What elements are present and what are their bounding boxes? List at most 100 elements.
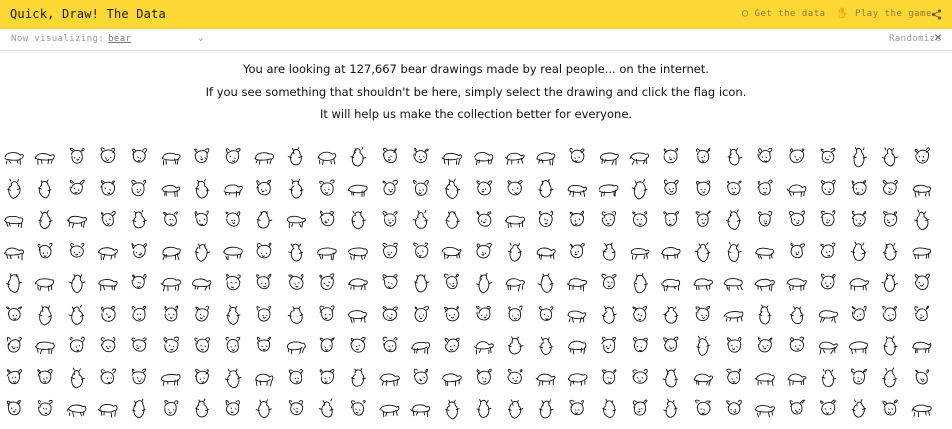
bear-drawing[interactable] <box>753 303 777 327</box>
bear-drawing[interactable] <box>409 334 433 358</box>
bear-drawing[interactable] <box>65 397 89 421</box>
bear-drawing[interactable] <box>691 334 715 358</box>
bear-drawing[interactable] <box>440 177 464 201</box>
bear-drawing[interactable] <box>847 271 871 295</box>
bear-drawing[interactable] <box>472 366 496 390</box>
bear-drawing[interactable] <box>565 397 589 421</box>
bear-drawing[interactable] <box>722 366 746 390</box>
bear-drawing[interactable] <box>565 366 589 390</box>
bear-drawing[interactable] <box>65 366 89 390</box>
bear-drawing[interactable] <box>691 271 715 295</box>
bear-drawing[interactable] <box>847 208 871 232</box>
bear-drawing[interactable] <box>659 145 683 169</box>
bear-drawing[interactable] <box>753 334 777 358</box>
bear-drawing[interactable] <box>284 145 308 169</box>
bear-drawing[interactable] <box>628 177 652 201</box>
bear-drawing[interactable] <box>346 397 370 421</box>
bear-drawing[interactable] <box>785 145 809 169</box>
bear-drawing[interactable] <box>785 240 809 264</box>
bear-drawing[interactable] <box>910 145 934 169</box>
bear-drawing[interactable] <box>159 177 183 201</box>
bear-drawing[interactable] <box>2 303 26 327</box>
bear-drawing[interactable] <box>534 240 558 264</box>
bear-drawing[interactable] <box>659 397 683 421</box>
bear-drawing[interactable] <box>252 240 276 264</box>
bear-drawing[interactable] <box>816 208 840 232</box>
bear-drawing[interactable] <box>378 271 402 295</box>
bear-drawing[interactable] <box>816 334 840 358</box>
bear-drawing[interactable] <box>565 271 589 295</box>
bear-drawing[interactable] <box>597 334 621 358</box>
bear-drawing[interactable] <box>96 397 120 421</box>
bear-drawing[interactable] <box>378 145 402 169</box>
bear-drawing[interactable] <box>503 145 527 169</box>
bear-drawing[interactable] <box>878 240 902 264</box>
bear-drawing[interactable] <box>722 334 746 358</box>
bear-drawing[interactable] <box>565 177 589 201</box>
bear-drawing[interactable] <box>878 208 902 232</box>
bear-drawing[interactable] <box>472 303 496 327</box>
bear-drawing[interactable] <box>33 177 57 201</box>
bear-drawing[interactable] <box>472 177 496 201</box>
bear-drawing[interactable] <box>284 177 308 201</box>
bear-drawing[interactable] <box>565 334 589 358</box>
bear-drawing[interactable] <box>785 303 809 327</box>
bear-drawing[interactable] <box>628 334 652 358</box>
bear-drawing[interactable] <box>753 397 777 421</box>
bear-drawing[interactable] <box>659 208 683 232</box>
shuffle-icon[interactable]: ✕ <box>934 31 942 45</box>
bear-drawing[interactable] <box>628 397 652 421</box>
bear-drawing[interactable] <box>190 145 214 169</box>
bear-drawing[interactable] <box>65 145 89 169</box>
bear-drawing[interactable] <box>252 177 276 201</box>
bear-drawing[interactable] <box>159 303 183 327</box>
bear-drawing[interactable] <box>785 397 809 421</box>
bear-drawing[interactable] <box>597 208 621 232</box>
bear-drawing[interactable] <box>65 177 89 201</box>
bear-drawing[interactable] <box>597 177 621 201</box>
bear-drawing[interactable] <box>127 397 151 421</box>
bear-drawing[interactable] <box>910 303 934 327</box>
bear-drawing[interactable] <box>33 271 57 295</box>
bear-drawing[interactable] <box>252 334 276 358</box>
bear-drawing[interactable] <box>315 240 339 264</box>
bear-drawing[interactable] <box>96 303 120 327</box>
bear-drawing[interactable] <box>378 397 402 421</box>
bear-drawing[interactable] <box>722 240 746 264</box>
bear-drawing[interactable] <box>315 271 339 295</box>
bear-drawing[interactable] <box>33 397 57 421</box>
bear-drawing[interactable] <box>847 177 871 201</box>
bear-drawing[interactable] <box>33 208 57 232</box>
bear-drawing[interactable] <box>847 366 871 390</box>
bear-drawing[interactable] <box>346 303 370 327</box>
bear-drawing[interactable] <box>409 240 433 264</box>
bear-drawing[interactable] <box>221 366 245 390</box>
bear-drawing[interactable] <box>440 366 464 390</box>
bear-drawing[interactable] <box>159 366 183 390</box>
bear-drawing[interactable] <box>472 271 496 295</box>
bear-drawing[interactable] <box>565 208 589 232</box>
bear-drawing[interactable] <box>252 208 276 232</box>
bear-drawing[interactable] <box>252 303 276 327</box>
bear-drawing[interactable] <box>409 271 433 295</box>
bear-drawing[interactable] <box>503 177 527 201</box>
bear-drawing[interactable] <box>847 334 871 358</box>
bear-drawing[interactable] <box>190 366 214 390</box>
bear-drawing[interactable] <box>878 303 902 327</box>
bear-drawing[interactable] <box>33 240 57 264</box>
bear-drawing[interactable] <box>159 208 183 232</box>
bear-drawing[interactable] <box>785 271 809 295</box>
bear-drawing[interactable] <box>503 303 527 327</box>
bear-drawing[interactable] <box>65 303 89 327</box>
bear-drawing[interactable] <box>910 397 934 421</box>
bear-drawing[interactable] <box>315 303 339 327</box>
bear-drawing[interactable] <box>691 240 715 264</box>
bear-drawing[interactable] <box>847 145 871 169</box>
bear-drawing[interactable] <box>691 177 715 201</box>
bear-drawing[interactable] <box>816 177 840 201</box>
bear-drawing[interactable] <box>472 145 496 169</box>
bear-drawing[interactable] <box>409 303 433 327</box>
bear-drawing[interactable] <box>127 145 151 169</box>
bear-drawing[interactable] <box>534 303 558 327</box>
bear-drawing[interactable] <box>691 208 715 232</box>
